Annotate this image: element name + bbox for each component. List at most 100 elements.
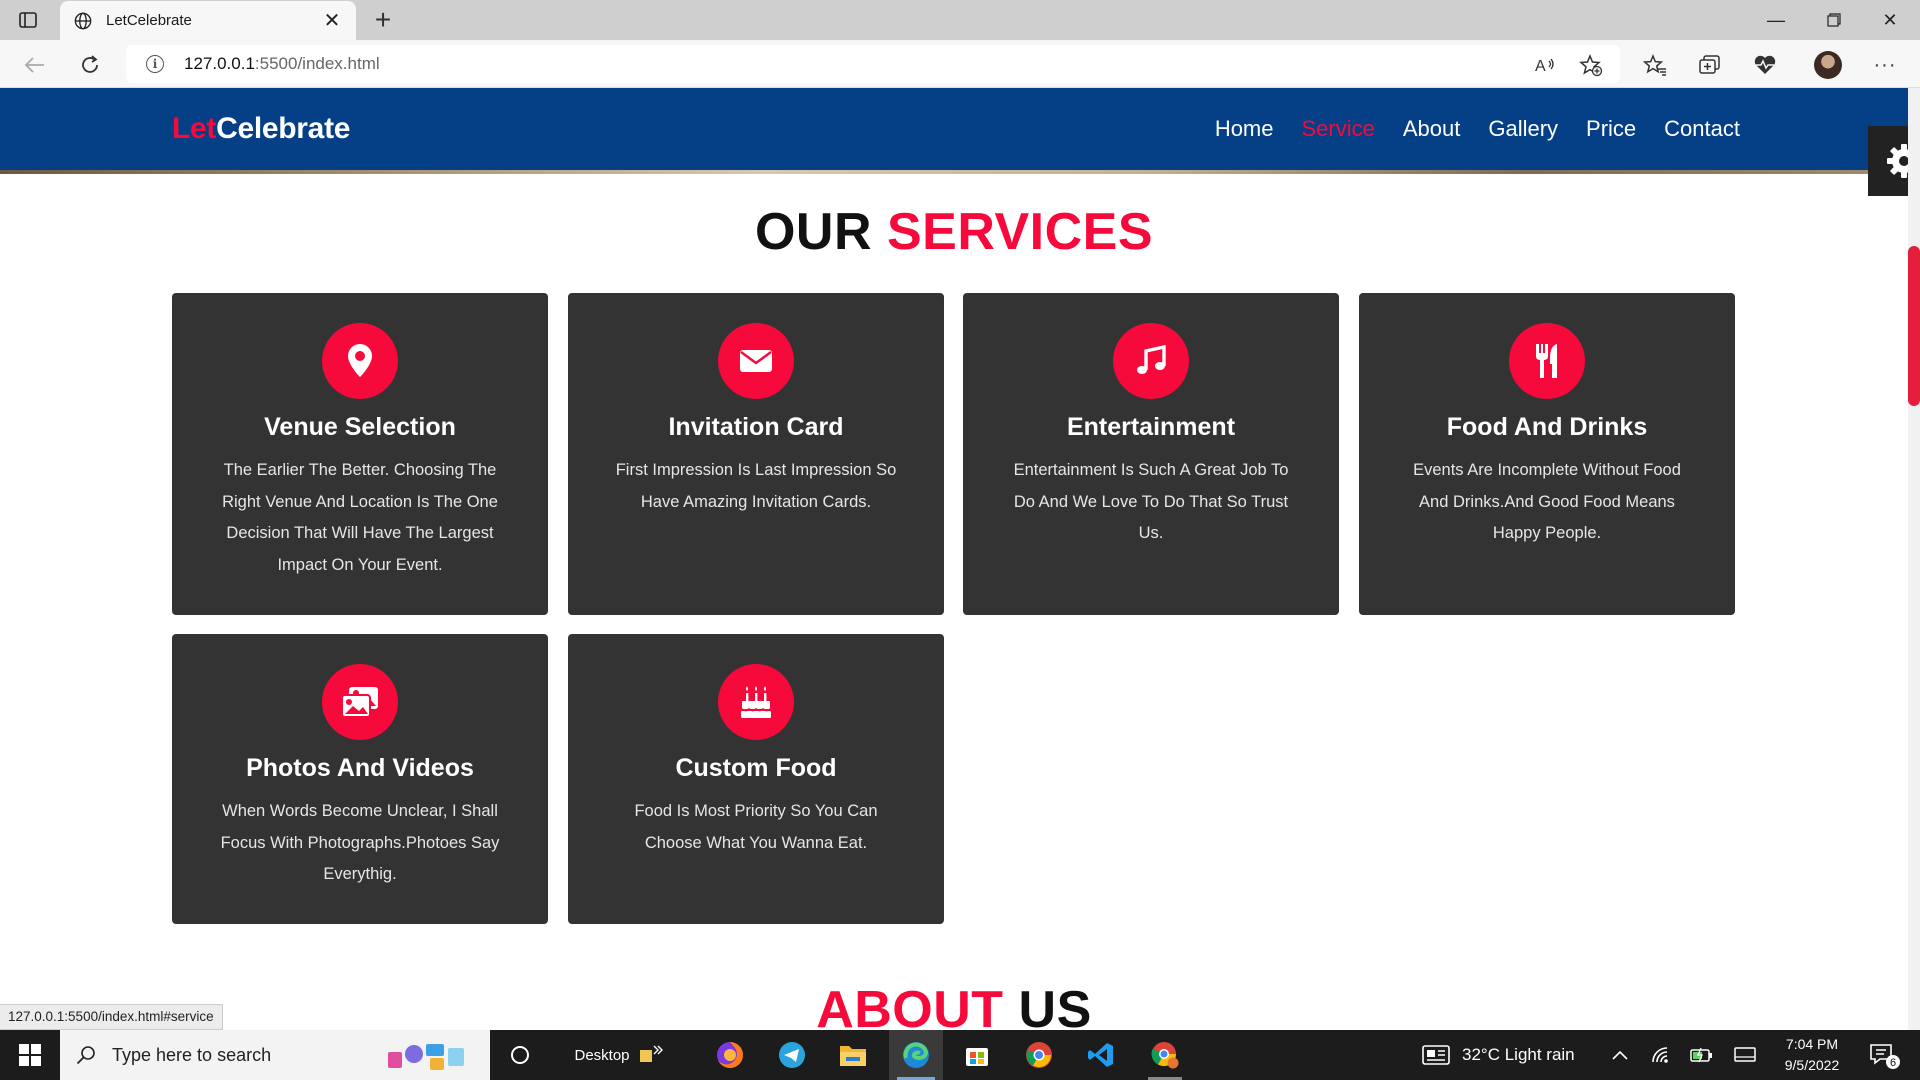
file-explorer-icon[interactable] xyxy=(828,1030,878,1080)
globe-icon xyxy=(74,12,92,29)
clock-time: 7:04 PM xyxy=(1785,1036,1839,1052)
read-aloud-icon[interactable]: A xyxy=(1530,50,1560,80)
utensils-icon xyxy=(1509,323,1585,399)
display-icon[interactable] xyxy=(1734,1030,1756,1080)
envelope-icon xyxy=(718,323,794,399)
url-path: :5500/index.html xyxy=(254,54,380,73)
chrome-profile-icon[interactable] xyxy=(1138,1030,1192,1080)
back-icon[interactable] xyxy=(20,50,50,80)
desktop-toolbar[interactable]: Desktop xyxy=(560,1030,680,1080)
service-card: Invitation Card First Impression Is Last … xyxy=(568,293,944,615)
restore-icon[interactable] xyxy=(1806,0,1862,40)
desktop-label: Desktop xyxy=(574,1046,630,1064)
service-card-text: The Earlier The Better. Choosing The Rig… xyxy=(222,461,498,574)
new-tab-icon[interactable]: + xyxy=(368,4,398,36)
service-card-text: First Impression Is Last Impression So H… xyxy=(615,461,897,511)
firefox-icon[interactable] xyxy=(705,1030,755,1080)
service-card: Photos And Videos When Words Become Uncle… xyxy=(172,634,548,924)
browser-tab-bar: LetCelebrate ✕ + — ✕ xyxy=(0,0,1920,40)
nav-link-about[interactable]: About xyxy=(1403,116,1461,142)
search-icon xyxy=(76,1046,95,1065)
close-tab-icon[interactable]: ✕ xyxy=(322,8,342,33)
tab-actions-icon[interactable] xyxy=(14,8,42,32)
photo-video-icon xyxy=(322,664,398,740)
collections-icon[interactable] xyxy=(1695,50,1725,80)
service-card-text: Entertainment Is Such A Great Job To Do … xyxy=(1013,461,1289,542)
battery-icon[interactable] xyxy=(1690,1030,1714,1080)
services-heading-accent: SERVICES xyxy=(886,203,1154,261)
svg-text:A: A xyxy=(1535,58,1546,75)
nav-link-home[interactable]: Home xyxy=(1215,116,1274,142)
show-hidden-icons-icon[interactable] xyxy=(1610,1030,1630,1080)
site-info-icon[interactable]: i xyxy=(146,55,164,73)
web-page: LetCelebrate Home Service About Gallery Pric… xyxy=(0,88,1908,1030)
microsoft-store-icon[interactable] xyxy=(952,1030,1002,1080)
edge-icon[interactable] xyxy=(889,1030,943,1080)
refresh-icon[interactable] xyxy=(75,50,105,80)
hero-image-strip xyxy=(0,170,1908,174)
service-card-title: Custom Food xyxy=(675,754,837,782)
page-scrollbar-thumb[interactable] xyxy=(1908,246,1920,406)
browser-tab[interactable]: LetCelebrate ✕ xyxy=(60,1,356,40)
service-card-title: Photos And Videos xyxy=(246,754,474,782)
nav-link-contact[interactable]: Contact xyxy=(1664,116,1740,142)
site-logo[interactable]: LetCelebrate xyxy=(172,112,350,146)
telegram-icon[interactable] xyxy=(767,1030,817,1080)
services-heading: OUR SERVICES xyxy=(0,202,1908,262)
about-heading-main: US xyxy=(1018,981,1092,1030)
service-card: Custom Food Food Is Most Priority So You … xyxy=(568,634,944,924)
services-heading-main: OUR xyxy=(754,203,873,261)
chrome-icon[interactable] xyxy=(1014,1030,1064,1080)
search-highlight-icon xyxy=(388,1044,464,1070)
logo-main: Celebrate xyxy=(216,112,351,145)
windows-start-icon[interactable] xyxy=(0,1030,60,1080)
minimize-icon[interactable]: — xyxy=(1748,0,1804,40)
map-marker-icon xyxy=(322,323,398,399)
weather-widget[interactable]: 32°C Light rain xyxy=(1422,1030,1575,1080)
main-menu: Home Service About Gallery Price Contact xyxy=(1215,116,1740,142)
more-menu-icon[interactable]: ··· xyxy=(1870,50,1900,80)
music-icon xyxy=(1113,323,1189,399)
service-card-title: Food And Drinks xyxy=(1446,413,1648,441)
nav-link-service[interactable]: Service xyxy=(1302,116,1375,142)
about-heading: ABOUT US xyxy=(0,980,1908,1030)
taskbar-search-field[interactable]: Type here to search xyxy=(60,1030,490,1080)
about-heading-accent: ABOUT xyxy=(816,981,1004,1030)
taskbar-clock[interactable]: 7:04 PM 9/5/2022 xyxy=(1764,1034,1860,1076)
service-card: Entertainment Entertainment Is Such A Gre… xyxy=(963,293,1339,615)
search-placeholder: Type here to search xyxy=(112,1044,272,1065)
service-card-title: Entertainment xyxy=(1066,413,1236,441)
add-favorite-icon[interactable] xyxy=(1576,50,1606,80)
task-view-icon[interactable] xyxy=(500,1030,540,1080)
page-scrollbar[interactable] xyxy=(1908,88,1920,1030)
service-card-text: Events Are Incomplete Without Food And D… xyxy=(1413,461,1681,542)
favorites-icon[interactable] xyxy=(1640,50,1670,80)
nav-link-price[interactable]: Price xyxy=(1586,116,1636,142)
clock-date: 9/5/2022 xyxy=(1784,1057,1840,1073)
service-card-text: Food Is Most Priority So You Can Choose … xyxy=(634,802,878,852)
notifications-icon[interactable]: 6 xyxy=(1868,1030,1902,1080)
news-weather-icon xyxy=(1422,1045,1450,1065)
birthday-cake-icon xyxy=(718,664,794,740)
service-card-title: Invitation Card xyxy=(668,413,844,441)
windows-taskbar: Type here to search Desktop 32°C Light r… xyxy=(0,1030,1920,1080)
service-card-title: Venue Selection xyxy=(264,413,456,441)
logo-accent: Let xyxy=(172,112,217,145)
link-status-url: 127.0.0.1:5500/index.html#service xyxy=(0,1004,223,1030)
network-icon[interactable] xyxy=(1650,1030,1672,1080)
browser-essentials-icon[interactable] xyxy=(1750,50,1780,80)
desktop-folder-icon xyxy=(639,1045,663,1062)
tab-title: LetCelebrate xyxy=(106,12,192,29)
profile-avatar[interactable] xyxy=(1814,51,1842,79)
site-navbar: LetCelebrate Home Service About Gallery Pric… xyxy=(0,88,1908,170)
url-host: 127.0.0.1 xyxy=(184,54,255,73)
notification-count: 6 xyxy=(1890,1057,1896,1069)
service-card: Venue Selection The Earlier The Better. C… xyxy=(172,293,548,615)
browser-address-bar: i 127.0.0.1:5500/index.html A ··· xyxy=(0,40,1920,88)
weather-text: 32°C Light rain xyxy=(1462,1045,1575,1064)
close-window-icon[interactable]: ✕ xyxy=(1862,0,1918,40)
service-card: Food And Drinks Events Are Incomplete Wit… xyxy=(1359,293,1735,615)
address-field[interactable]: i 127.0.0.1:5500/index.html xyxy=(126,45,1620,83)
nav-link-gallery[interactable]: Gallery xyxy=(1488,116,1558,142)
vscode-icon[interactable] xyxy=(1076,1030,1126,1080)
